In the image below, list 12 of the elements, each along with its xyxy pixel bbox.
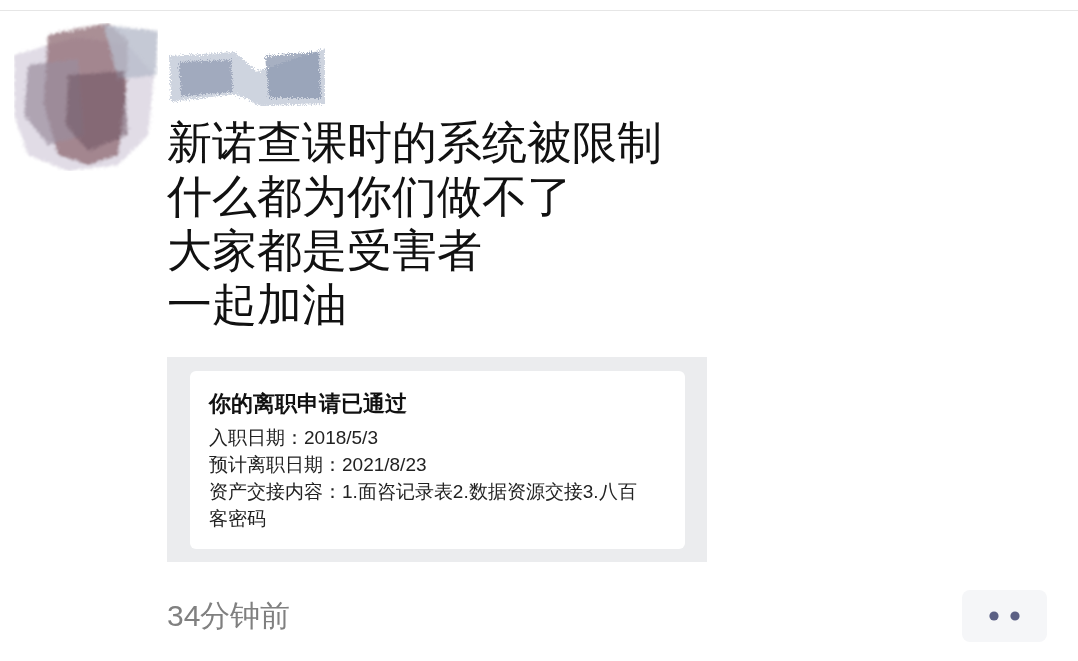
post-text: 大家都是受害者 xyxy=(167,224,483,278)
card-title: 你的离职申请已通过 xyxy=(209,390,408,418)
card-field: 预计离职日期：2021/8/23 xyxy=(209,451,645,478)
card-field: 入职日期：2018/5/3 xyxy=(209,424,645,451)
more-button[interactable] xyxy=(962,590,1047,642)
post-time: 34分钟前 xyxy=(167,598,291,634)
card-field: 资产交接内容：1.面咨记录表2.数据资源交接3.八百客密码 xyxy=(209,478,645,532)
shared-card[interactable]: 你的离职申请已通过 入职日期：2018/5/3 预计离职日期：2021/8/23 资产交接内容：1.面咨记录表2.数据资源交接3.八百客密码 xyxy=(167,357,707,562)
post-text: 什么都为你们做不了 xyxy=(167,170,573,224)
post-text: 一起加油 xyxy=(167,278,348,332)
more-icon xyxy=(989,611,1020,621)
post-text: 新诺查课时的系统被限制 xyxy=(167,116,662,170)
